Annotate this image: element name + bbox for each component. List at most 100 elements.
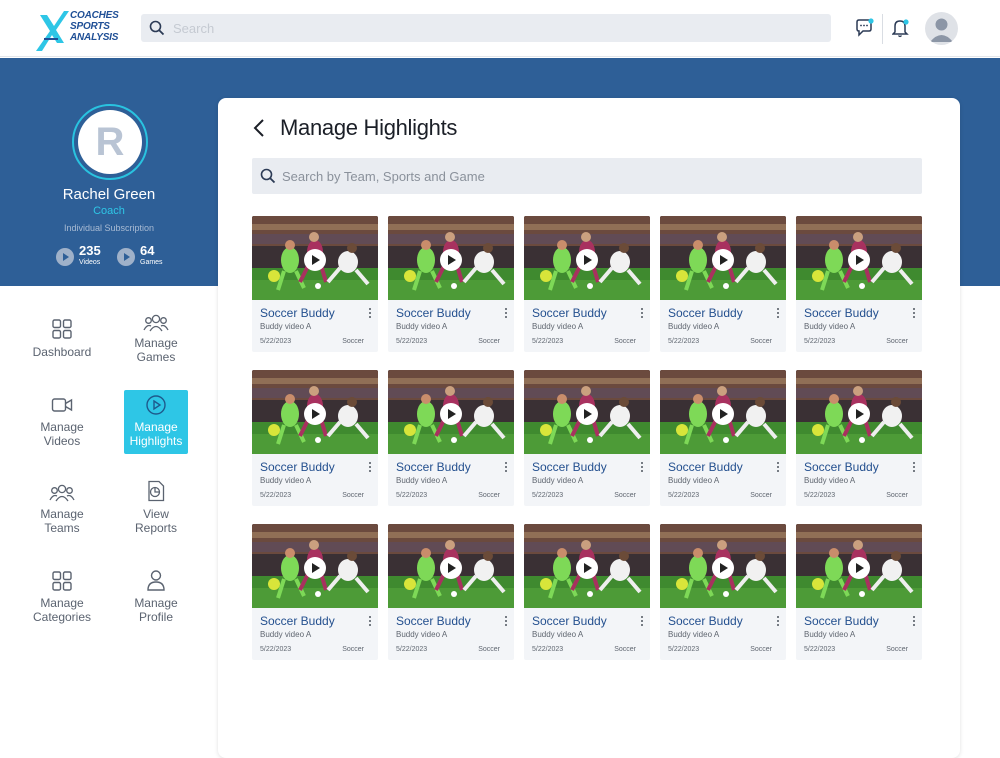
video-thumbnail[interactable] (796, 524, 922, 608)
more-options-icon[interactable] (368, 462, 372, 474)
play-icon[interactable] (712, 557, 734, 579)
more-options-icon[interactable] (640, 462, 644, 474)
chevron-left-icon[interactable] (252, 118, 266, 138)
highlight-card[interactable]: Soccer Buddy Buddy video A 5/22/2023 Soc… (388, 370, 514, 506)
main-panel: Manage Highlights Search by Team, Sports… (218, 98, 960, 758)
highlight-card[interactable]: Soccer Buddy Buddy video A 5/22/2023 Soc… (252, 524, 378, 660)
global-search-input[interactable] (173, 14, 813, 42)
more-options-icon[interactable] (368, 616, 372, 628)
sidebar-item-dashboard[interactable]: Dashboard (30, 310, 94, 374)
video-thumbnail[interactable] (388, 370, 514, 454)
more-options-icon[interactable] (776, 462, 780, 474)
highlights-search-input[interactable] (282, 158, 902, 194)
logo-mark-icon (36, 11, 69, 51)
more-options-icon[interactable] (640, 308, 644, 320)
card-date: 5/22/2023 (532, 492, 564, 499)
highlight-card[interactable]: Soccer Buddy Buddy video A 5/22/2023 Soc… (524, 370, 650, 506)
play-icon[interactable] (304, 249, 326, 271)
play-icon[interactable] (848, 249, 870, 271)
highlight-card[interactable]: Soccer Buddy Buddy video A 5/22/2023 Soc… (524, 524, 650, 660)
card-subtitle: Buddy video A (804, 630, 856, 639)
highlight-card[interactable]: Soccer Buddy Buddy video A 5/22/2023 Soc… (660, 216, 786, 352)
card-title: Soccer Buddy (260, 306, 335, 320)
more-options-icon[interactable] (776, 308, 780, 320)
play-icon[interactable] (576, 249, 598, 271)
card-category: Soccer (342, 492, 364, 499)
user-avatar[interactable] (925, 12, 958, 45)
highlight-card[interactable]: Soccer Buddy Buddy video A 5/22/2023 Soc… (252, 216, 378, 352)
play-icon[interactable] (440, 403, 462, 425)
video-thumbnail[interactable] (524, 216, 650, 300)
card-title: Soccer Buddy (532, 306, 607, 320)
video-thumbnail[interactable] (660, 524, 786, 608)
video-thumbnail[interactable] (252, 216, 378, 300)
play-icon[interactable] (304, 557, 326, 579)
page-title: Manage Highlights (280, 115, 458, 140)
highlight-card[interactable]: Soccer Buddy Buddy video A 5/22/2023 Soc… (796, 524, 922, 660)
bell-icon[interactable] (892, 18, 910, 38)
sidebar-item-label: Manage Teams (40, 507, 84, 535)
video-thumbnail[interactable] (660, 370, 786, 454)
highlight-card[interactable]: Soccer Buddy Buddy video A 5/22/2023 Soc… (388, 524, 514, 660)
highlight-card[interactable]: Soccer Buddy Buddy video A 5/22/2023 Soc… (524, 216, 650, 352)
video-thumbnail[interactable] (252, 524, 378, 608)
card-title: Soccer Buddy (804, 614, 879, 628)
sidebar-item-label: Manage Highlights (129, 420, 183, 448)
sidebar-item-view-reports[interactable]: View Reports (124, 478, 188, 542)
card-category: Soccer (614, 492, 636, 499)
sidebar-item-manage-games[interactable]: Manage Games (124, 306, 188, 370)
highlight-card[interactable]: Soccer Buddy Buddy video A 5/22/2023 Soc… (388, 216, 514, 352)
play-icon[interactable] (712, 249, 734, 271)
stat-value: 64 (140, 243, 155, 258)
more-options-icon[interactable] (912, 462, 916, 474)
more-options-icon[interactable] (504, 462, 508, 474)
sidebar-item-manage-profile[interactable]: Manage Profile (124, 568, 188, 632)
more-options-icon[interactable] (640, 616, 644, 628)
sidebar-item-manage-highlights[interactable]: Manage Highlights (124, 390, 188, 454)
more-options-icon[interactable] (776, 616, 780, 628)
video-thumbnail[interactable] (252, 370, 378, 454)
more-options-icon[interactable] (368, 308, 372, 320)
play-icon[interactable] (576, 557, 598, 579)
card-title: Soccer Buddy (532, 460, 607, 474)
play-icon[interactable] (576, 403, 598, 425)
highlight-card[interactable]: Soccer Buddy Buddy video A 5/22/2023 Soc… (660, 524, 786, 660)
card-subtitle: Buddy video A (396, 322, 448, 331)
sidebar-item-manage-videos[interactable]: Manage Videos (30, 390, 94, 454)
global-search[interactable] (141, 14, 831, 42)
card-category: Soccer (886, 338, 908, 345)
more-options-icon[interactable] (504, 616, 508, 628)
more-options-icon[interactable] (912, 308, 916, 320)
card-title: Soccer Buddy (396, 460, 471, 474)
card-title: Soccer Buddy (260, 614, 335, 628)
video-thumbnail[interactable] (796, 370, 922, 454)
sidebar-item-manage-categories[interactable]: Manage Categories (30, 568, 94, 632)
video-thumbnail[interactable] (796, 216, 922, 300)
video-thumbnail[interactable] (524, 524, 650, 608)
video-thumbnail[interactable] (524, 370, 650, 454)
video-thumbnail[interactable] (660, 216, 786, 300)
sidebar-item-manage-teams[interactable]: Manage Teams (30, 478, 94, 542)
play-icon[interactable] (304, 403, 326, 425)
highlight-card[interactable]: Soccer Buddy Buddy video A 5/22/2023 Soc… (660, 370, 786, 506)
play-icon[interactable] (848, 557, 870, 579)
card-category: Soccer (750, 492, 772, 499)
play-icon[interactable] (848, 403, 870, 425)
play-icon[interactable] (440, 249, 462, 271)
more-options-icon[interactable] (504, 308, 508, 320)
card-title: Soccer Buddy (532, 614, 607, 628)
card-date: 5/22/2023 (260, 646, 292, 653)
highlight-card[interactable]: Soccer Buddy Buddy video A 5/22/2023 Soc… (252, 370, 378, 506)
video-thumbnail[interactable] (388, 216, 514, 300)
more-options-icon[interactable] (912, 616, 916, 628)
play-icon[interactable] (440, 557, 462, 579)
highlight-card[interactable]: Soccer Buddy Buddy video A 5/22/2023 Soc… (796, 370, 922, 506)
highlights-search[interactable] (252, 158, 922, 194)
play-icon[interactable] (712, 403, 734, 425)
chat-icon[interactable] (855, 18, 875, 38)
card-date: 5/22/2023 (396, 492, 428, 499)
highlight-card[interactable]: Soccer Buddy Buddy video A 5/22/2023 Soc… (796, 216, 922, 352)
video-thumbnail[interactable] (388, 524, 514, 608)
app-logo[interactable]: COACHES SPORTS ANALYSIS (34, 9, 124, 53)
profile-card: R Rachel Green Coach Individual Subscrip… (0, 58, 218, 286)
